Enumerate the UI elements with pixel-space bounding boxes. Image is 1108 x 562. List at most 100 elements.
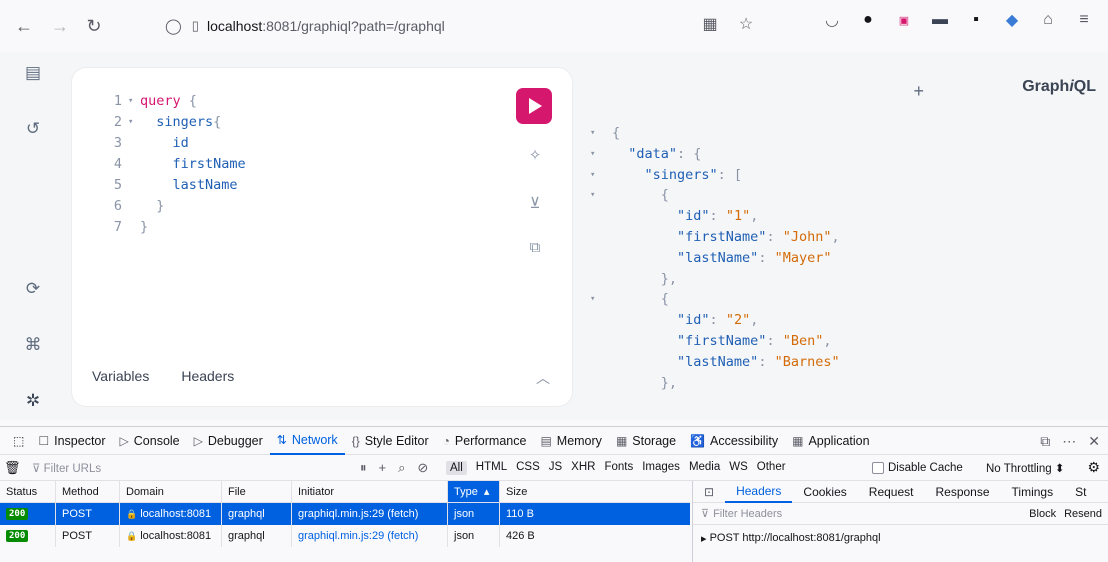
more-options-icon[interactable]: ⋯ (1062, 433, 1076, 450)
details-tab-timings[interactable]: Timings (1001, 481, 1065, 503)
extension-color-icon[interactable]: ◆ (1002, 10, 1022, 30)
extension-cors-icon[interactable]: ▣ (894, 10, 914, 30)
column-size[interactable]: Size (500, 481, 690, 502)
tab-headers[interactable]: Headers (181, 368, 234, 384)
tab-performance[interactable]: ◔ Performance (436, 427, 534, 455)
pause-icon[interactable]: ⏸ (360, 460, 367, 476)
graphiql-logo: GraphiQL (1022, 78, 1096, 95)
details-tab-headers[interactable]: Headers (725, 481, 793, 503)
filter-headers-input[interactable]: ⊽ Filter Headers Block Resend (693, 503, 1108, 525)
history-icon[interactable]: ↺ (22, 118, 44, 140)
debugger-icon: ▷ (193, 433, 203, 448)
column-file[interactable]: File (222, 481, 292, 502)
tab-storage[interactable]: ▦ Storage (609, 427, 683, 455)
graphiql-sidebar: ▤ ↺ ⟳ ⌘ ✲ (0, 52, 66, 420)
qr-code-icon[interactable]: ▦ (700, 14, 720, 34)
network-settings-icon[interactable]: ⚙ (1087, 459, 1100, 476)
tab-inspector[interactable]: ☐ Inspector (31, 427, 112, 455)
reload-icon[interactable]: ↻ (80, 12, 108, 40)
refetch-schema-icon[interactable]: ⟳ (22, 278, 44, 300)
block-button[interactable]: Block (1029, 508, 1056, 520)
column-status[interactable]: Status (0, 481, 56, 502)
copy-query-icon[interactable]: ⧉ (524, 236, 546, 258)
merge-fragments-icon[interactable]: ⊻ (524, 192, 546, 214)
requests-table: Status Method Domain File Initiator Type ▴ Siz… (0, 481, 690, 547)
tab-console[interactable]: ▷ Console (113, 427, 187, 455)
inspector-icon: ☐ (38, 433, 50, 448)
clear-trash-icon[interactable]: 🗑 (4, 460, 26, 476)
search-icon[interactable]: ⌕ (398, 460, 405, 476)
filter-xhr[interactable]: XHR (571, 461, 595, 475)
details-tab-cookies[interactable]: Cookies (792, 481, 857, 503)
settings-gear-icon[interactable]: ✲ (22, 390, 44, 412)
tab-memory[interactable]: ▤ Memory (533, 427, 609, 455)
details-sidebar-icon[interactable]: ⊡ (693, 481, 725, 503)
add-icon[interactable]: + (379, 460, 387, 476)
filter-all[interactable]: All (446, 460, 467, 475)
query-editor[interactable]: 1 ▾ query {2 ▾ singers{3 id 4 firstName 5 las… (72, 68, 572, 406)
url-path: :8081/graphiql?path=/graphql (262, 18, 445, 34)
pocket-icon[interactable]: ◡ (822, 10, 842, 30)
tab-application[interactable]: ▦ Application (785, 427, 877, 455)
extension-privacy-icon[interactable]: ● (858, 10, 878, 30)
menu-icon[interactable]: ≡ (1074, 10, 1094, 30)
prettify-icon[interactable]: ✧ (524, 144, 546, 166)
browser-toolbar: ← → ↻ ◯ ▯ localhost:8081/graphiql?path=/… (0, 0, 1108, 52)
add-tab-icon[interactable]: + (913, 81, 924, 102)
disable-cache-checkbox[interactable] (872, 461, 884, 474)
dock-icon[interactable]: ⧉ (1040, 433, 1050, 450)
tab-variables[interactable]: Variables (92, 368, 149, 384)
details-tab-response[interactable]: Response (924, 481, 1000, 503)
filter-images[interactable]: Images (642, 461, 680, 475)
block-icon[interactable]: ⊘ (417, 460, 428, 476)
details-tabs: ⊡ Headers Cookies Request Response Timings St (693, 481, 1108, 503)
filter-other[interactable]: Other (757, 461, 786, 475)
result-line: "firstName": "John", (677, 228, 840, 245)
result-pane: + GraphiQL ▾{▾ "data": {▾ "singers": [▾ … (582, 68, 1102, 406)
shortcuts-icon[interactable]: ⌘ (22, 334, 44, 356)
forward-icon[interactable]: → (46, 12, 74, 40)
result-line: "lastName": "Mayer" (677, 249, 832, 266)
tab-debugger[interactable]: ▷ Debugger (187, 427, 270, 455)
column-initiator[interactable]: Initiator (292, 481, 448, 502)
bookmark-star-icon[interactable]: ☆ (736, 14, 756, 34)
resend-button[interactable]: Resend (1064, 508, 1102, 520)
extension-dots-icon[interactable]: ▬ (930, 10, 950, 30)
element-picker-icon[interactable]: ⬚ (6, 427, 31, 455)
query-code[interactable]: 1 ▾ query {2 ▾ singers{3 id 4 firstName 5 las… (98, 91, 246, 238)
url-host: localhost (206, 18, 263, 34)
extensions-icon[interactable]: ⌂ (1038, 10, 1058, 30)
chevron-up-icon[interactable]: ︿ (536, 368, 550, 388)
execute-query-button[interactable] (516, 88, 552, 124)
filter-css[interactable]: CSS (516, 461, 540, 475)
initiator-link[interactable]: graphiql.min.js:29 (fetch) (298, 508, 418, 520)
filter-html[interactable]: HTML (476, 461, 507, 475)
details-tab-request[interactable]: Request (858, 481, 925, 503)
column-domain[interactable]: Domain (120, 481, 222, 502)
tab-style-editor[interactable]: {} Style Editor (345, 427, 436, 455)
disable-cache-toggle[interactable]: Disable Cache (872, 461, 963, 474)
table-row[interactable]: 200 POST 🔒 localhost:8081 graphql graphiql.mi… (0, 503, 690, 525)
docs-explorer-icon[interactable]: ▤ (22, 62, 44, 84)
details-tab-st[interactable]: St (1064, 481, 1097, 503)
filter-media[interactable]: Media (689, 461, 720, 475)
column-type[interactable]: Type ▴ (448, 481, 500, 502)
back-icon[interactable]: ← (10, 12, 38, 40)
throttling-select[interactable]: No Throttling ⬍ (986, 461, 1064, 475)
tab-accessibility[interactable]: ♿ Accessibility (683, 427, 785, 455)
table-row[interactable]: 200 POST 🔒 localhost:8081 graphql graphiql.mi… (0, 525, 690, 547)
code-line: 2 ▾ singers{ (113, 114, 222, 130)
filter-urls-input[interactable]: ⊽ Filter URLs (32, 461, 332, 475)
tab-network[interactable]: ⇅ Network (269, 427, 345, 455)
initiator-link[interactable]: graphiql.min.js:29 (fetch) (298, 530, 418, 542)
style-editor-icon: {} (351, 433, 360, 448)
filter-ws[interactable]: WS (729, 461, 748, 475)
filter-fonts[interactable]: Fonts (604, 461, 633, 475)
sort-asc-icon: ▴ (483, 486, 490, 498)
extension-grid-icon[interactable]: ▪ (966, 10, 986, 30)
request-summary[interactable]: ▸ POST http://localhost:8081/graphql (693, 525, 1108, 551)
filter-js[interactable]: JS (549, 461, 562, 475)
address-bar[interactable]: ◯ ▯ localhost:8081/graphiql?path=/graphq… (165, 9, 665, 43)
close-devtools-icon[interactable]: ✕ (1088, 433, 1100, 450)
column-method[interactable]: Method (56, 481, 120, 502)
